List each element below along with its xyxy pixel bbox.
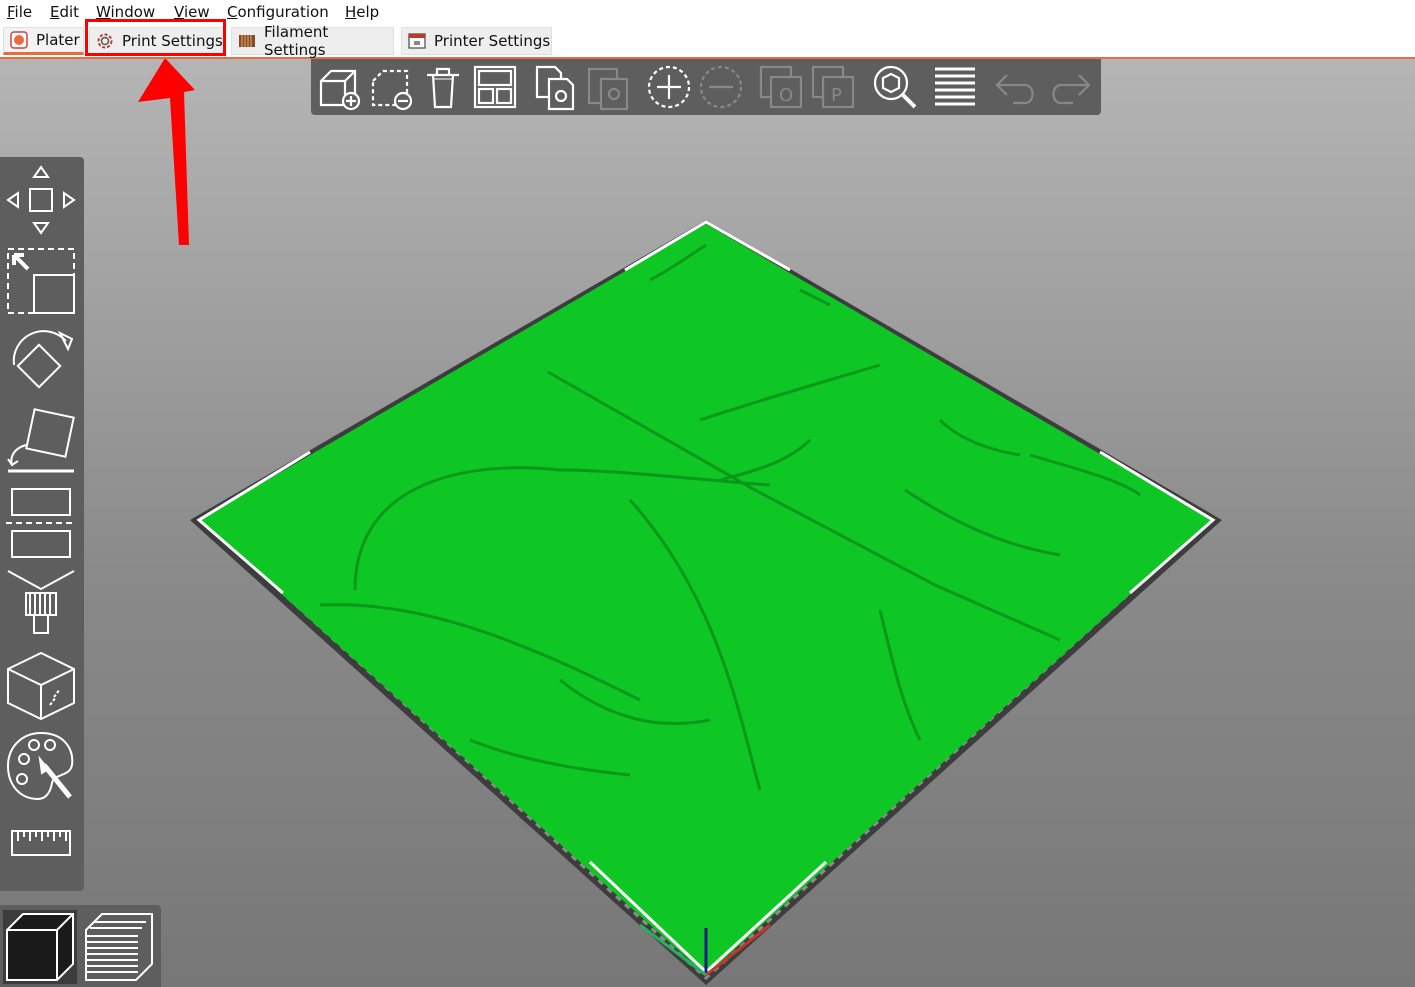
remove-instance-icon xyxy=(699,65,743,109)
menu-edit[interactable]: Edit xyxy=(50,3,79,21)
copy-button[interactable] xyxy=(533,63,581,111)
plater-icon xyxy=(10,31,28,49)
undo-icon xyxy=(995,74,1034,105)
layers-editing-icon xyxy=(935,67,975,106)
delete-all-icon xyxy=(427,67,459,109)
cut-icon xyxy=(6,488,76,558)
arrange-icon xyxy=(473,65,517,109)
add-object-icon xyxy=(319,69,361,111)
tab-plater[interactable]: Plater xyxy=(3,27,84,55)
place-on-face-icon xyxy=(7,408,75,473)
place-on-face-button[interactable] xyxy=(4,407,78,479)
tab-bar: Plater Print Settings Filament Settings … xyxy=(0,23,1415,59)
tab-printer-settings[interactable]: Printer Settings xyxy=(401,27,552,55)
delete-button[interactable] xyxy=(367,63,415,111)
tab-filament-settings-label: Filament Settings xyxy=(264,23,329,59)
menu-bar: File Edit Window View Configuration Help xyxy=(0,0,1415,26)
svg-text:P: P xyxy=(831,85,842,106)
search-icon xyxy=(873,65,917,109)
left-toolbar xyxy=(0,157,84,891)
view-toolbar xyxy=(0,905,161,987)
paste-button[interactable] xyxy=(585,63,633,111)
annotation-arrow xyxy=(138,59,195,245)
preview-layers-icon xyxy=(85,913,153,981)
measure-button[interactable] xyxy=(4,817,78,867)
arrange-button[interactable] xyxy=(471,63,519,111)
svg-text:O: O xyxy=(779,85,793,106)
search-button[interactable] xyxy=(871,63,919,111)
tab-print-settings[interactable]: Print Settings xyxy=(89,27,225,55)
rotate-icon xyxy=(12,330,74,389)
menu-view[interactable]: View xyxy=(174,3,210,21)
menu-file[interactable]: File xyxy=(7,3,32,21)
3d-view-icon xyxy=(6,913,74,981)
bed-scene xyxy=(138,59,1222,985)
paste-icon xyxy=(587,67,629,111)
measure-icon xyxy=(11,830,71,856)
top-toolbar: O P xyxy=(311,59,1101,115)
tab-print-settings-label: Print Settings xyxy=(122,32,223,50)
support-paint-icon xyxy=(7,570,75,634)
add-instance-button[interactable] xyxy=(645,63,693,111)
cut-button[interactable] xyxy=(4,485,78,561)
menu-configuration[interactable]: Configuration xyxy=(227,3,329,21)
remove-instance-button[interactable] xyxy=(697,63,745,111)
printer-icon xyxy=(408,32,426,50)
scale-button[interactable] xyxy=(4,245,78,317)
split-objects-button[interactable]: O xyxy=(757,63,805,111)
delete-all-button[interactable] xyxy=(419,63,467,111)
preview-layers-button[interactable] xyxy=(82,910,156,984)
support-paint-button[interactable] xyxy=(4,567,78,639)
3d-viewport[interactable]: O P xyxy=(0,59,1415,987)
color-paint-button[interactable] xyxy=(4,729,78,803)
color-paint-icon xyxy=(6,731,74,801)
move-button[interactable] xyxy=(4,163,78,237)
menu-window[interactable]: Window xyxy=(96,3,155,21)
add-instance-icon xyxy=(647,65,691,109)
redo-button[interactable] xyxy=(1045,63,1093,111)
split-parts-button[interactable]: P xyxy=(809,63,857,111)
move-icon xyxy=(6,165,76,235)
3d-view-button[interactable] xyxy=(3,910,77,984)
menu-help[interactable]: Help xyxy=(345,3,379,21)
undo-button[interactable] xyxy=(993,63,1041,111)
seam-paint-icon xyxy=(7,651,75,721)
seam-paint-button[interactable] xyxy=(4,649,78,723)
tab-filament-settings[interactable]: Filament Settings xyxy=(231,23,394,59)
copy-icon xyxy=(535,65,575,111)
model-object[interactable] xyxy=(199,224,1213,975)
delete-icon xyxy=(371,69,413,111)
redo-icon xyxy=(1052,74,1091,105)
filament-spool-icon xyxy=(238,32,256,50)
scale-icon xyxy=(7,248,75,314)
layers-editing-button[interactable] xyxy=(931,63,979,111)
gear-icon xyxy=(96,32,114,50)
tab-printer-settings-label: Printer Settings xyxy=(434,32,551,50)
split-objects-icon: O xyxy=(759,65,803,109)
rotate-button[interactable] xyxy=(4,325,78,399)
split-parts-icon: P xyxy=(811,65,855,109)
tab-plater-label: Plater xyxy=(36,31,80,49)
add-object-button[interactable] xyxy=(315,63,363,111)
